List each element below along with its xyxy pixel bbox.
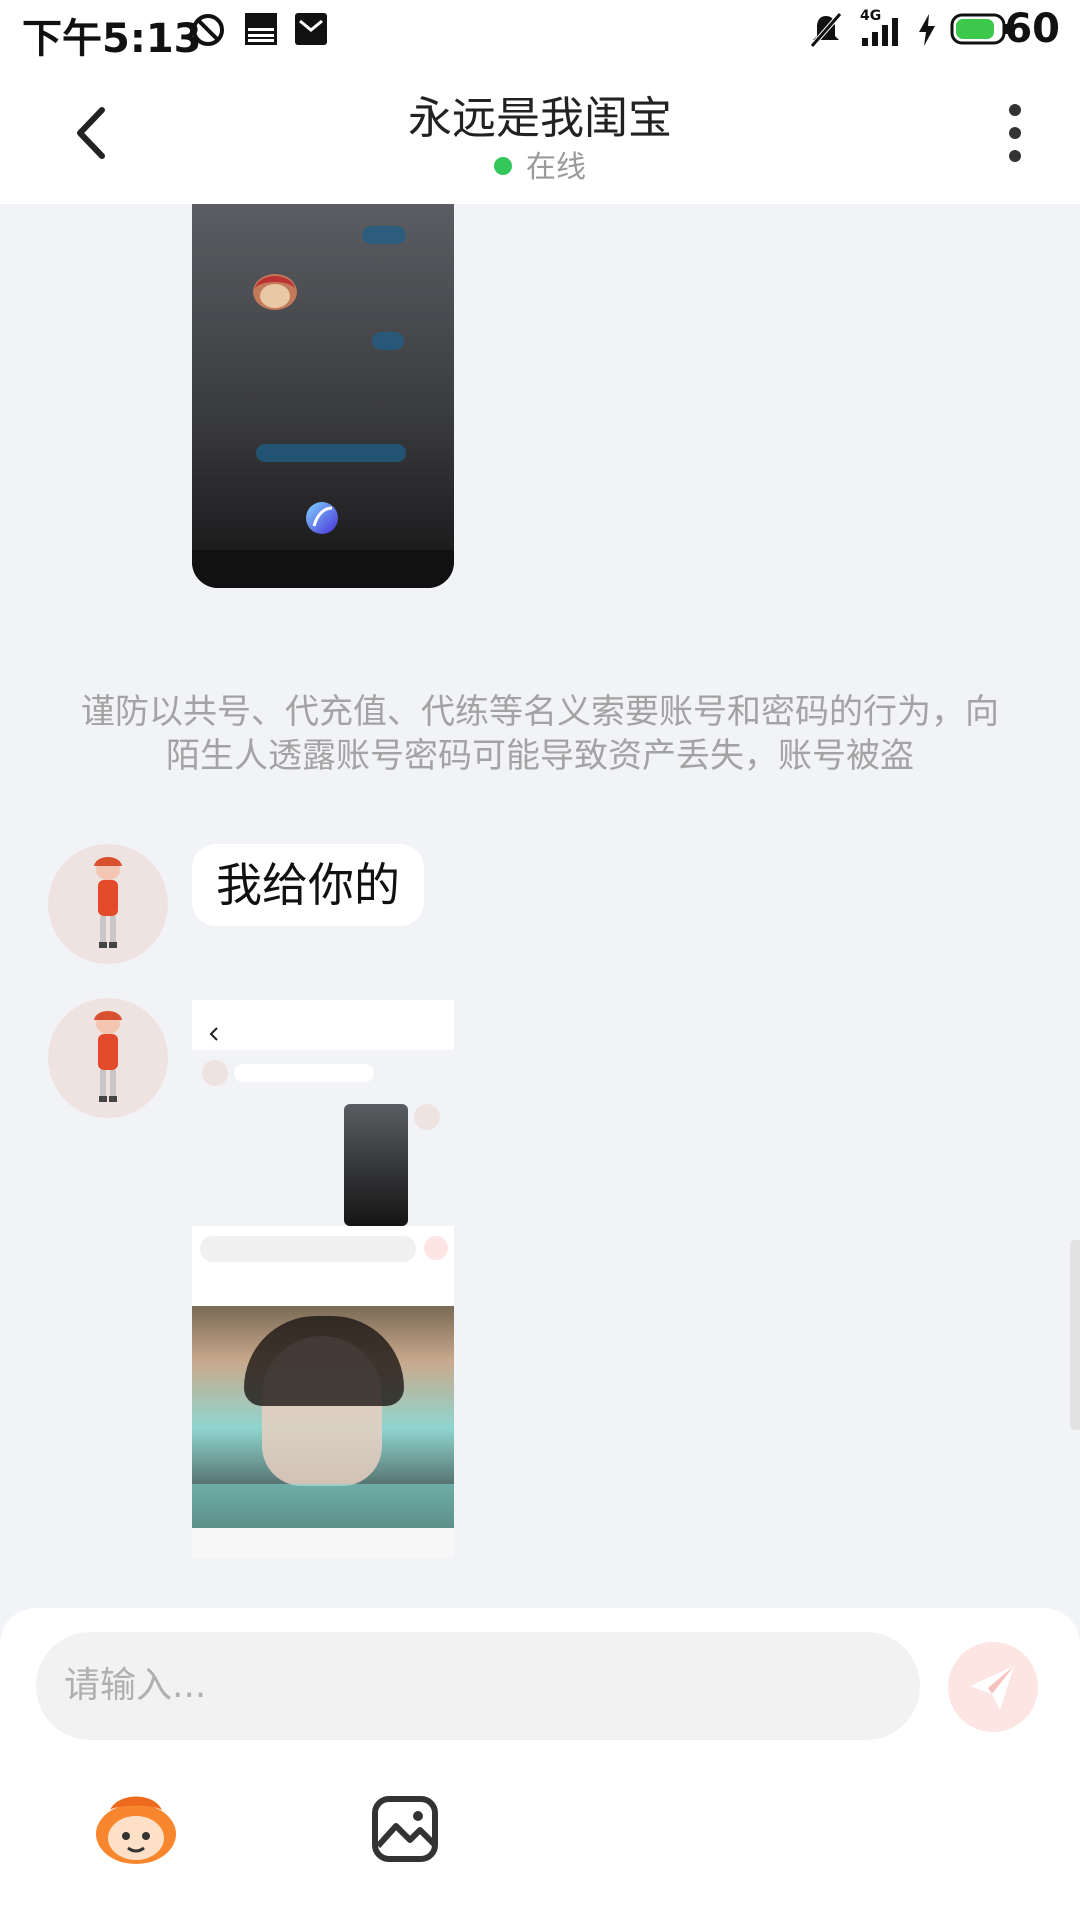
online-dot-icon	[494, 156, 512, 175]
image-icon[interactable]	[370, 1794, 440, 1864]
avatar[interactable]	[48, 998, 168, 1118]
avatar-figure-icon	[94, 1011, 122, 1102]
thumb-input	[200, 1236, 416, 1262]
mail-icon	[295, 13, 327, 45]
thumb-back-icon	[209, 1027, 218, 1041]
status-bar: 下午5:13 4G 60	[0, 0, 1080, 62]
battery-icon	[950, 13, 1009, 45]
more-icon[interactable]	[990, 98, 1040, 168]
send-icon	[970, 1666, 1014, 1710]
online-status-label: 在线	[526, 150, 586, 185]
news-icon	[245, 13, 277, 45]
thumb-keyboard	[192, 1306, 454, 1528]
thumb-send	[424, 1236, 448, 1260]
thumb-navbar	[192, 550, 454, 588]
mute-bell-icon	[810, 12, 842, 48]
avatar[interactable]	[48, 844, 168, 964]
scroll-handle[interactable]	[1070, 1240, 1080, 1430]
thumb-bubble	[234, 1064, 374, 1082]
thumb-header	[192, 1000, 454, 1050]
chat-header: 永远是我闺宝 在线	[0, 62, 1080, 204]
image-message[interactable]	[192, 1000, 454, 1558]
page-title: 永远是我闺宝	[408, 93, 672, 144]
assistant-orb-icon	[306, 502, 338, 534]
image-message[interactable]	[192, 204, 454, 588]
battery-level: 60	[1004, 6, 1060, 52]
signal-icon	[862, 18, 898, 46]
security-warning: 谨防以共号、代充值、代练等名义索要账号和密码的行为，向陌生人透露账号密码可能导致…	[81, 692, 999, 776]
message-input[interactable]: 请输入...	[36, 1632, 920, 1740]
thumb-bubble	[256, 444, 406, 462]
input-placeholder: 请输入...	[64, 1665, 207, 1706]
dnd-icon	[192, 14, 224, 46]
input-panel: 请输入...	[0, 1608, 1080, 1920]
thumb-image	[344, 1104, 408, 1226]
online-status: 在线	[0, 142, 1080, 186]
thumb-navbar	[192, 1528, 454, 1558]
avatar-figure-icon	[94, 857, 122, 948]
text-message[interactable]: 我给你的	[192, 844, 424, 926]
thumb-hair	[244, 1316, 404, 1406]
thumb-bubble	[372, 332, 404, 350]
thumb-keyrow	[192, 1484, 454, 1528]
send-button[interactable]	[948, 1642, 1038, 1732]
thumb-avatar	[414, 1104, 440, 1130]
emoji-icon[interactable]	[90, 1788, 182, 1868]
sticker-icon	[253, 274, 297, 310]
status-time: 下午5:13	[22, 16, 202, 62]
thumb-avatar	[202, 1060, 228, 1086]
charging-icon	[919, 14, 935, 46]
thumb-bubble	[362, 226, 406, 244]
